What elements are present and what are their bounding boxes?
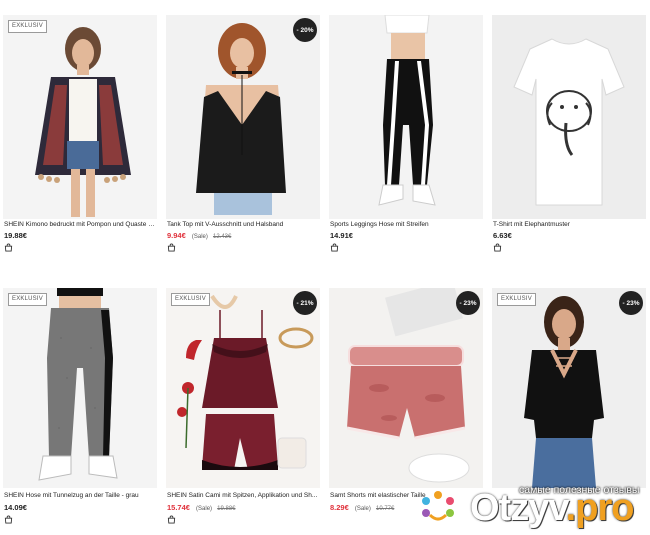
- product-image[interactable]: [329, 15, 483, 219]
- product-image[interactable]: EXKLUSIV - 23%: [492, 288, 646, 488]
- product-price: 9.94€: [167, 231, 186, 240]
- product-title[interactable]: SHEIN Hose mit Tunnelzug an der Taille -…: [4, 492, 156, 499]
- sale-label: (Sale): [191, 234, 208, 240]
- product-price: 15.74€: [167, 503, 190, 512]
- exclusive-badge: EXKLUSIV: [8, 20, 47, 33]
- product-price: 6.63€: [493, 231, 512, 240]
- sale-label: (Sale): [196, 506, 213, 512]
- product-image[interactable]: - 20%: [166, 15, 320, 219]
- exclusive-badge: EXKLUSIV: [171, 293, 210, 306]
- product-title[interactable]: Sports Leggings Hose mit Streifen: [330, 221, 482, 228]
- product-title[interactable]: SHEIN Satin Cami mit Spitzen, Applikatio…: [167, 492, 319, 499]
- shopping-bag-icon[interactable]: [493, 243, 502, 252]
- watermark-brand-name: Otzyv: [470, 487, 567, 529]
- otzyv-logo-icon: [422, 491, 454, 521]
- product-card[interactable]: - 23% Samt Shorts mit elastischer Taille…: [329, 288, 483, 533]
- product-card[interactable]: T-Shirt mit Elephantmuster 6.63€: [492, 15, 646, 260]
- old-price: 10.77€: [375, 506, 395, 512]
- product-image[interactable]: [492, 15, 646, 219]
- old-price: 12.43€: [212, 234, 232, 240]
- product-image[interactable]: EXKLUSIV: [3, 15, 157, 219]
- shopping-bag-icon[interactable]: [167, 515, 176, 524]
- product-price: 14.91€: [330, 231, 353, 240]
- product-image[interactable]: EXKLUSIV: [3, 288, 157, 488]
- product-title[interactable]: SHEIN Kimono bedruckt mit Pompon und Qua…: [4, 221, 156, 228]
- watermark-brand-suffix: .pro: [565, 487, 635, 529]
- shopping-bag-icon[interactable]: [4, 243, 13, 252]
- discount-badge: - 23%: [619, 291, 643, 315]
- product-price: 14.09€: [4, 503, 27, 512]
- product-card[interactable]: Sports Leggings Hose mit Streifen 14.91€: [329, 15, 483, 260]
- product-image[interactable]: - 23%: [329, 288, 483, 488]
- product-card[interactable]: EXKLUSIV - 23%: [492, 288, 646, 488]
- product-title[interactable]: Tank Top mit V-Ausschnitt und Halsband: [167, 221, 319, 228]
- product-title[interactable]: Samt Shorts mit elastischer Taille: [330, 492, 482, 499]
- sale-label: (Sale): [354, 506, 371, 512]
- watermark-brand: Otzyv.pro: [470, 487, 635, 530]
- product-card[interactable]: - 20% Tank Top mit V-Ausschnitt und Hals…: [166, 15, 320, 260]
- product-price: 19.88€: [4, 231, 27, 240]
- discount-badge: - 21%: [293, 291, 317, 315]
- product-image[interactable]: EXKLUSIV - 21%: [166, 288, 320, 488]
- product-card[interactable]: EXKLUSIV SHEIN Kimono bedruckt mit Pompo…: [3, 15, 157, 260]
- product-card[interactable]: EXKLUSIV - 21% SHEIN Satin Cami mit Spit…: [166, 288, 320, 533]
- shopping-bag-icon[interactable]: [330, 243, 339, 252]
- product-title[interactable]: T-Shirt mit Elephantmuster: [493, 221, 645, 228]
- exclusive-badge: EXKLUSIV: [497, 293, 536, 306]
- shopping-bag-icon[interactable]: [4, 515, 13, 524]
- discount-badge: - 23%: [456, 291, 480, 315]
- product-price: 8.29€: [330, 503, 349, 512]
- shopping-bag-icon[interactable]: [167, 243, 176, 252]
- old-price: 19.88€: [217, 506, 236, 512]
- exclusive-badge: EXKLUSIV: [8, 293, 47, 306]
- product-grid: EXKLUSIV SHEIN Kimono bedruckt mit Pompo…: [0, 0, 650, 535]
- discount-badge: - 20%: [293, 18, 317, 42]
- product-card[interactable]: EXKLUSIV SHEIN Hose mit Tunnelzug an der…: [3, 288, 157, 533]
